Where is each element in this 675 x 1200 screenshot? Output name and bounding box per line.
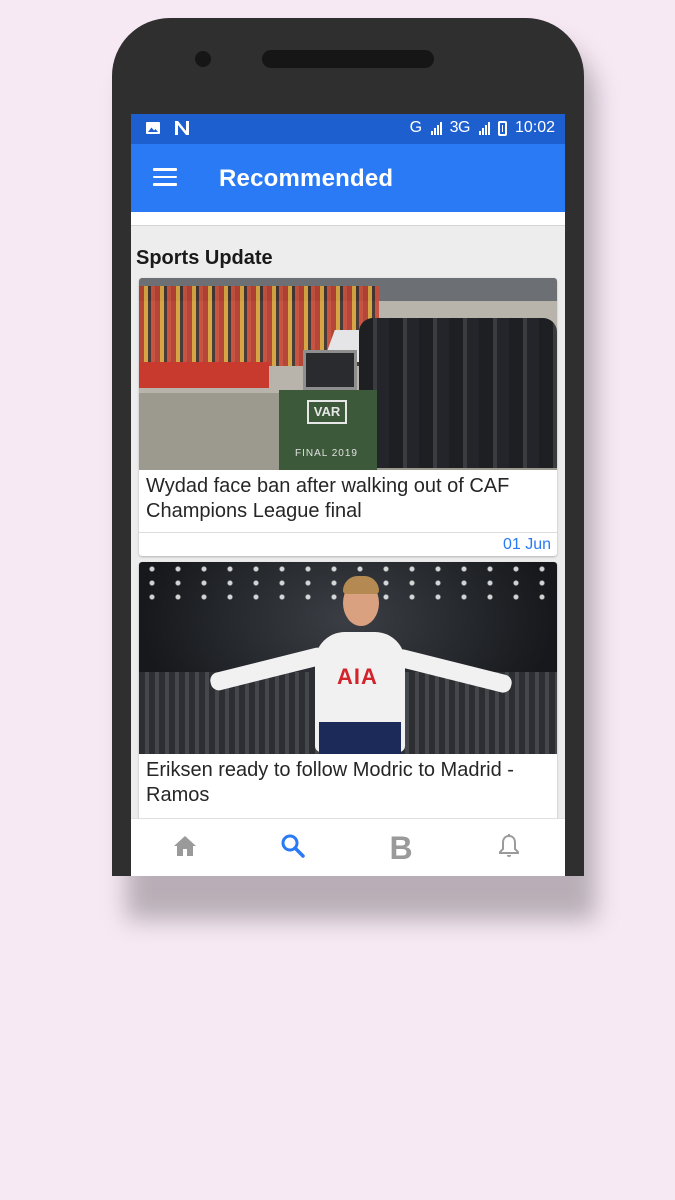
monitor-icon <box>303 350 357 390</box>
image-icon <box>145 120 161 141</box>
phone-screen: G 3G 10:02 Recommended Sports Update VAR… <box>131 114 565 876</box>
shirt-sponsor: AIA <box>337 664 378 689</box>
hamburger-menu-icon[interactable] <box>153 168 177 188</box>
bottom-navigation: B <box>131 818 565 876</box>
status-bar: G 3G 10:02 <box>131 114 565 144</box>
article-image: AIA <box>139 562 557 754</box>
header-divider <box>131 212 565 226</box>
article-headline[interactable]: Eriksen ready to follow Modric to Madrid… <box>139 754 557 816</box>
n-notification-icon <box>173 120 191 141</box>
home-icon <box>172 834 198 863</box>
b-icon: B <box>389 830 413 866</box>
page-title: Recommended <box>219 165 394 192</box>
battery-charging-icon <box>497 120 507 136</box>
earpiece-speaker <box>262 50 434 68</box>
article-card[interactable]: AIA Eriksen ready to follow Modric to Ma… <box>139 562 557 824</box>
article-headline[interactable]: Wydad face ban after walking out of CAF … <box>139 470 557 532</box>
article-card[interactable]: VAR FINAL 2019 Wydad face ban after walk… <box>139 278 557 556</box>
nav-search[interactable] <box>239 819 347 876</box>
network-type-label-2: 3G <box>449 119 471 136</box>
nav-notifications[interactable] <box>455 819 563 876</box>
network-type-label: G <box>409 119 422 136</box>
nav-b[interactable]: B <box>347 819 455 876</box>
front-camera <box>195 51 211 67</box>
signal-icon-2 <box>478 121 490 135</box>
final-sign: FINAL 2019 <box>295 448 358 459</box>
article-image: VAR FINAL 2019 <box>139 278 557 470</box>
signal-icon <box>430 121 442 135</box>
nav-home[interactable] <box>131 819 239 876</box>
search-icon <box>280 833 306 864</box>
bell-icon <box>497 833 521 864</box>
clock: 10:02 <box>514 119 555 136</box>
article-date: 01 Jun <box>139 532 557 556</box>
app-bar: Recommended <box>131 144 565 212</box>
section-title: Sports Update <box>136 247 273 269</box>
var-sign: VAR <box>307 400 347 424</box>
